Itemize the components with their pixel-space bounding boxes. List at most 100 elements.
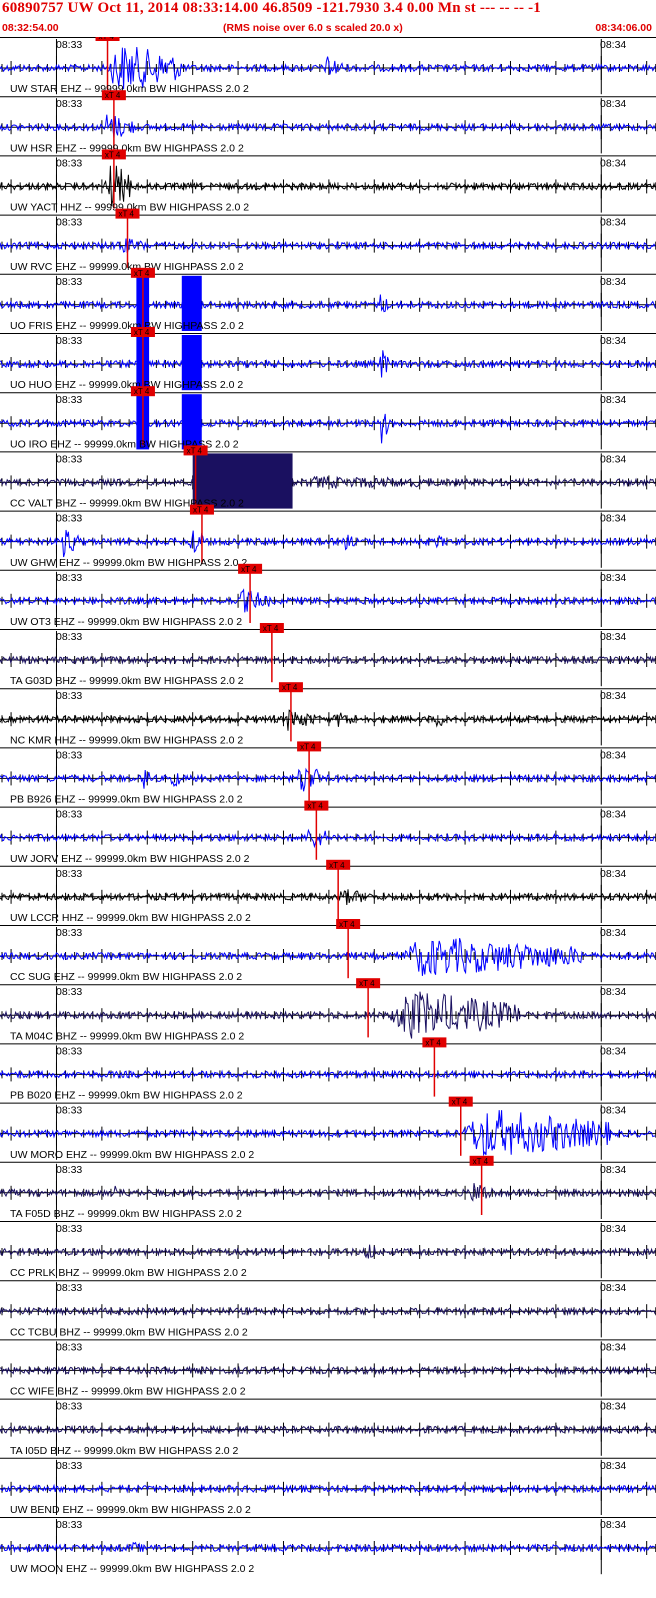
pick-label: xT 4 <box>105 150 121 159</box>
pick-label: xT 4 <box>241 565 257 574</box>
minute-tick-label: 08:33 <box>56 157 82 169</box>
station-label: UW OT3 EHZ -- 99999.0km BW HIGHPASS 2.0 … <box>10 616 242 628</box>
station-label: UW RVC EHZ -- 99999.0km BW HIGHPASS 2.0 … <box>10 261 244 273</box>
waveform <box>0 767 656 792</box>
waveform <box>0 709 656 731</box>
pick-label: xT 4 <box>105 91 121 100</box>
station-label: TA G03D BHZ -- 99999.0km BW HIGHPASS 2.0… <box>10 675 244 687</box>
pick-label: xT 4 <box>134 328 150 337</box>
minute-tick-label: 08:34 <box>600 690 626 702</box>
station-label: PB B020 EHZ -- 99999.0km BW HIGHPASS 2.0… <box>10 1090 243 1102</box>
station-label: TA I05D BHZ -- 99999.0km BW HIGHPASS 2.0… <box>10 1445 239 1457</box>
minute-tick-label: 08:34 <box>600 1401 626 1413</box>
waveform <box>0 1541 656 1554</box>
minute-tick-label: 08:34 <box>600 98 626 110</box>
pick-label: xT 4 <box>187 446 203 455</box>
trace-row: 08:33 08:34 xT 4 UW MORO EHZ -- 99999.0km B… <box>0 1096 656 1161</box>
trace-row: 08:33 08:34xT 4CC VALT BHZ -- 99999.0km B… <box>0 445 656 510</box>
pick-label: xT 4 <box>425 1038 441 1047</box>
trace-row: 08:33 08:34 xT 4 UO FRIS EHZ -- 99999.0km B… <box>0 267 656 332</box>
minute-tick-label: 08:34 <box>600 1105 626 1117</box>
minute-tick-label: 08:33 <box>56 1519 82 1531</box>
trace-row: 08:33 08:34 xT 4 TA M04C BHZ -- 99999.0km B… <box>0 978 656 1042</box>
trace-row: 08:33 08:34 xT 4 UW LCCR HHZ -- 99999.0km B… <box>0 859 656 924</box>
trace-row: 08:33 08:34 CC PRLK BHZ -- 99999.0km BW HI… <box>0 1221 656 1279</box>
minute-tick-label: 08:34 <box>600 1045 626 1057</box>
event-title: 60890757 UW Oct 11, 2014 08:33:14.00 46.… <box>2 0 541 16</box>
station-label: NC KMR HHZ -- 99999.0km BW HIGHPASS 2.0 … <box>10 734 243 746</box>
trace-row: 08:33 08:34 xT 4 UW STAR EHZ -- 99999.0km B… <box>0 37 656 95</box>
scaling-note: (RMS noise over 6.0 s scaled 20.0 x) <box>223 22 403 34</box>
trace-row: 08:33 08:34 TA I05D BHZ -- 99999.0km BW HI… <box>0 1398 656 1457</box>
trace-row: 08:33 08:34 xT 4 NC KMR HHZ -- 99999.0km BW… <box>0 682 656 746</box>
minute-tick-label: 08:34 <box>600 1460 626 1472</box>
minute-tick-label: 08:33 <box>56 572 82 584</box>
trace-row: 08:33 08:34 xT 4 PB B020 EHZ -- 99999.0km B… <box>0 1037 656 1102</box>
pick-label: xT 4 <box>359 979 375 988</box>
minute-tick-label: 08:34 <box>600 927 626 939</box>
pick-label: xT 4 <box>99 37 115 41</box>
seismogram-panel: 08:3308:34xT 4UW STAR EHZ -- 99999.0km B… <box>0 37 656 1575</box>
station-label: UW HSR EHZ -- 99999.0km BW HIGHPASS 2.0 … <box>10 142 244 154</box>
station-label: CC PRLK BHZ -- 99999.0km BW HIGHPASS 2.0… <box>10 1267 247 1279</box>
minute-tick-label: 08:33 <box>56 868 82 880</box>
trace-row: 08:33 08:34 xT 4 CC SUG EHZ -- 99999.0km BW… <box>0 919 656 983</box>
minute-tick-label: 08:34 <box>600 809 626 821</box>
minute-tick-label: 08:33 <box>56 1460 82 1472</box>
trace-row: 08:33 08:34 xT 4 TA G03D BHZ -- 99999.0km B… <box>0 623 656 687</box>
minute-tick-label: 08:34 <box>600 1341 626 1353</box>
trace-row: 08:33 08:34 UW BEND EHZ -- 99999.0km BW HI… <box>0 1457 656 1516</box>
pick-label: xT 4 <box>300 742 316 751</box>
waveform <box>0 1183 656 1202</box>
trace-row: 08:33 08:34 xT 4 UW JORV EHZ -- 99999.0km B… <box>0 800 656 865</box>
minute-tick-label: 08:33 <box>56 276 82 288</box>
trace-row: 08:33 08:34 xT 4 TA F05D BHZ -- 99999.0km B… <box>0 1155 656 1220</box>
trace-row: 08:33 08:34 xT 4 UW GHW EHZ -- 99999.0km BW… <box>0 504 656 569</box>
minute-tick-label: 08:34 <box>600 157 626 169</box>
waveform <box>0 828 656 849</box>
waveform <box>0 165 656 207</box>
minute-tick-label: 08:33 <box>56 1401 82 1413</box>
minute-tick-label: 08:34 <box>600 868 626 880</box>
minute-tick-label: 08:33 <box>56 1341 82 1353</box>
minute-tick-label: 08:34 <box>600 217 626 229</box>
station-label: UW JORV EHZ -- 99999.0km BW HIGHPASS 2.0… <box>10 853 250 865</box>
station-label: UW GHW EHZ -- 99999.0km BW HIGHPASS 2.0 … <box>10 557 247 569</box>
station-label: UW LCCR HHZ -- 99999.0km BW HIGHPASS 2.0… <box>10 912 251 924</box>
minute-tick-label: 08:34 <box>600 1519 626 1531</box>
pick-label: xT 4 <box>307 802 323 811</box>
pick-label: xT 4 <box>282 683 298 692</box>
trace-row: 08:33 08:34 xT 4 UO HUO EHZ -- 99999.0km BW… <box>0 327 656 391</box>
pick-label: xT 4 <box>329 861 345 870</box>
minute-tick-label: 08:33 <box>56 631 82 643</box>
station-label: UW MOON EHZ -- 99999.0km BW HIGHPASS 2.0… <box>10 1563 254 1575</box>
minute-tick-label: 08:33 <box>56 1105 82 1117</box>
pick-label: xT 4 <box>263 624 279 633</box>
pick-label: xT 4 <box>339 920 355 929</box>
minute-tick-label: 08:34 <box>600 276 626 288</box>
station-label: UW STAR EHZ -- 99999.0km BW HIGHPASS 2.0… <box>10 83 249 95</box>
station-label: CC SUG EHZ -- 99999.0km BW HIGHPASS 2.0 … <box>10 971 242 983</box>
station-label: PB B926 EHZ -- 99999.0km BW HIGHPASS 2.0… <box>10 794 243 806</box>
trace-row: 08:33 08:34xT 4UW YACT HHZ -- 99999.0km B… <box>0 149 656 214</box>
pick-label: xT 4 <box>193 506 209 515</box>
minute-tick-label: 08:33 <box>56 1045 82 1057</box>
minute-tick-label: 08:33 <box>56 335 82 347</box>
pick-label: xT 4 <box>473 1157 489 1166</box>
minute-tick-label: 08:34 <box>600 572 626 584</box>
minute-tick-label: 08:33 <box>56 809 82 821</box>
station-label: UW BEND EHZ -- 99999.0km BW HIGHPASS 2.0… <box>10 1504 251 1516</box>
trace-row: 08:33 08:34 xT 4 UW RVC EHZ -- 99999.0km BW… <box>0 208 656 273</box>
minute-tick-label: 08:33 <box>56 217 82 229</box>
trace-row: 08:33 08:34 xT 4 UW HSR EHZ -- 99999.0km BW… <box>0 90 656 154</box>
station-label: UW MORO EHZ -- 99999.0km BW HIGHPASS 2.0… <box>10 1149 254 1161</box>
station-label: CC TCBU BHZ -- 99999.0km BW HIGHPASS 2.0… <box>10 1326 248 1338</box>
waveform <box>0 294 656 313</box>
minute-tick-label: 08:34 <box>600 1223 626 1235</box>
station-label: UO FRIS EHZ -- 99999.0km BW HIGHPASS 2.0… <box>10 320 244 332</box>
minute-tick-label: 08:34 <box>600 986 626 998</box>
minute-tick-label: 08:33 <box>56 39 82 51</box>
trace-row: 08:33 08:34 xT 4 UW OT3 EHZ -- 99999.0km BW… <box>0 563 656 628</box>
waveform <box>0 529 656 558</box>
minute-tick-label: 08:34 <box>600 394 626 406</box>
